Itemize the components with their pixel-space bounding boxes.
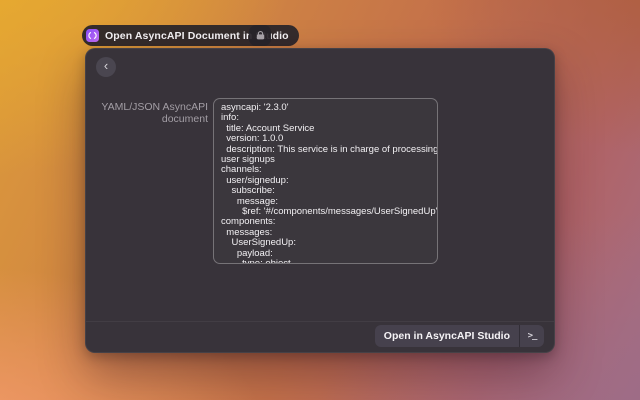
back-button[interactable]: ‹ — [96, 57, 116, 77]
lock-pill[interactable] — [249, 25, 271, 46]
document-text: asyncapi: '2.3.0' info: title: Account S… — [221, 103, 430, 264]
terminal-prompt-icon: >_ — [520, 331, 544, 341]
main-window: ‹ YAML/JSON AsyncAPI document asyncapi: … — [85, 48, 555, 353]
lock-icon — [255, 30, 266, 41]
footer-divider — [86, 321, 554, 322]
document-field-label: YAML/JSON AsyncAPI document — [94, 101, 208, 125]
document-textarea[interactable]: asyncapi: '2.3.0' info: title: Account S… — [213, 98, 438, 264]
open-in-studio-button[interactable]: Open in AsyncAPI Studio >_ — [375, 325, 544, 347]
asyncapi-extension-icon — [86, 29, 99, 42]
chevron-left-icon: ‹ — [104, 58, 108, 73]
open-in-studio-label: Open in AsyncAPI Studio — [375, 330, 519, 342]
